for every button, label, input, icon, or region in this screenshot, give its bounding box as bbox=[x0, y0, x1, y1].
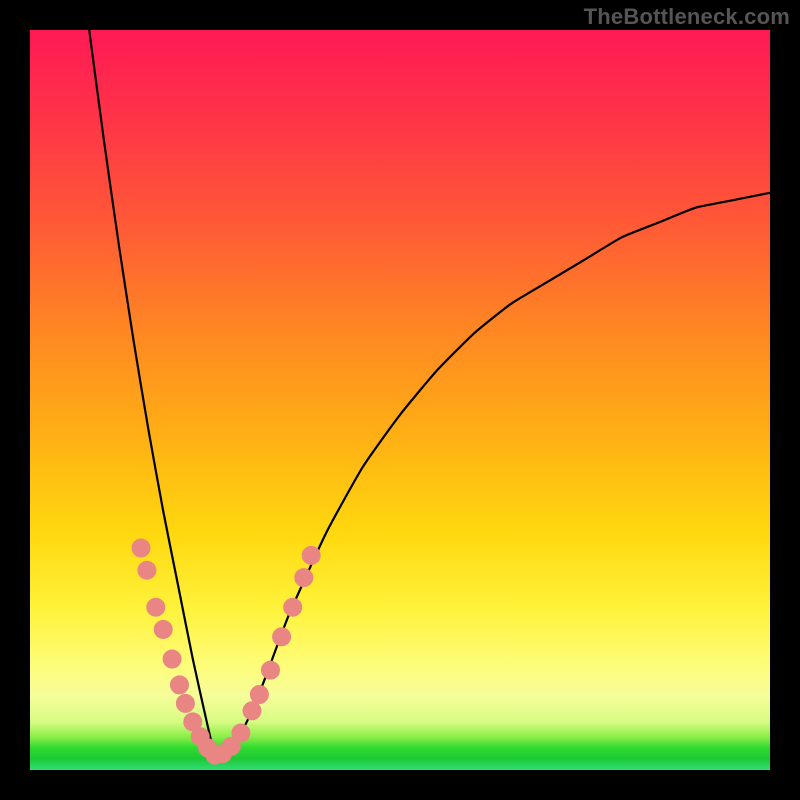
data-dot bbox=[273, 628, 291, 646]
data-dot bbox=[295, 569, 313, 587]
curve-dots bbox=[132, 539, 320, 764]
data-dot bbox=[302, 546, 320, 564]
bottleneck-curve bbox=[89, 30, 770, 757]
data-dot bbox=[262, 661, 280, 679]
data-dot bbox=[232, 724, 250, 742]
data-dot bbox=[163, 650, 181, 668]
data-dot bbox=[147, 598, 165, 616]
data-dot bbox=[138, 561, 156, 579]
data-dot bbox=[170, 676, 188, 694]
watermark-text: TheBottleneck.com bbox=[584, 4, 790, 30]
data-dot bbox=[250, 686, 268, 704]
data-dot bbox=[284, 598, 302, 616]
data-dot bbox=[176, 694, 194, 712]
chart-frame: TheBottleneck.com bbox=[0, 0, 800, 800]
plot-area bbox=[30, 30, 770, 770]
curve-layer bbox=[30, 30, 770, 770]
data-dot bbox=[243, 702, 261, 720]
data-dot bbox=[132, 539, 150, 557]
data-dot bbox=[154, 620, 172, 638]
